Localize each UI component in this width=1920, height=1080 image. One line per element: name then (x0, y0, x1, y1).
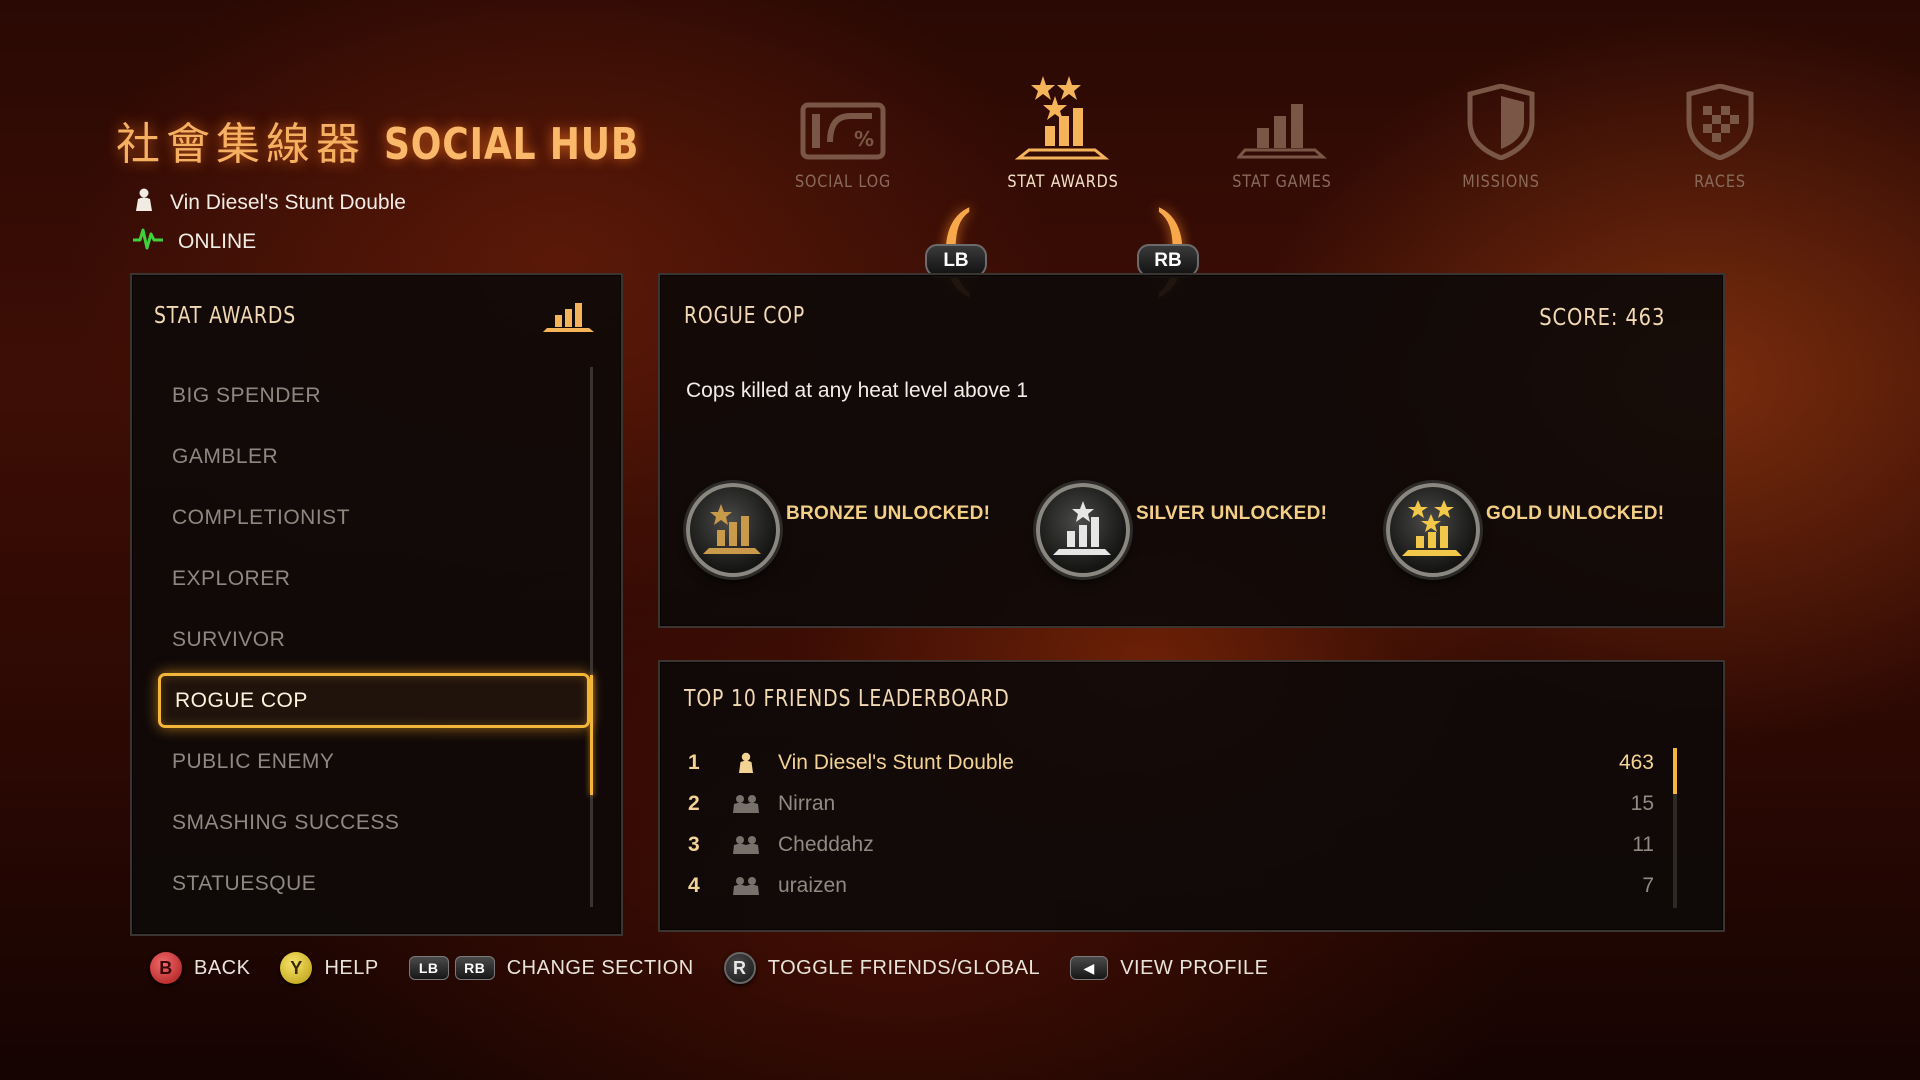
award-score: SCORE: 463 (1538, 305, 1665, 331)
tab-label: RACES (1694, 172, 1746, 192)
status-label: ONLINE (178, 230, 257, 253)
heartbeat-icon (132, 226, 164, 258)
award-list: BIG SPENDER GAMBLER COMPLETIONIST EXPLOR… (158, 365, 590, 914)
lb-button-icon: LB (408, 956, 449, 980)
leaderboard-rows: 1 Vin Diesel's Stunt Double 463 2 Nirran… (684, 742, 1654, 906)
rank: 2 (688, 791, 700, 815)
table-row[interactable]: 3 Cheddahz 11 (684, 824, 1654, 865)
tab-label: STAT GAMES (1232, 172, 1332, 192)
player-name: Cheddahz (778, 832, 874, 856)
friends-icon (724, 876, 768, 896)
leaderboard-title: TOP 10 FRIENDS LEADERBOARD (684, 686, 1010, 712)
svg-text:%: % (854, 127, 874, 151)
rank: 4 (688, 873, 700, 897)
table-row[interactable]: 2 Nirran 15 (684, 783, 1654, 824)
list-item[interactable]: SURVIVOR (158, 609, 590, 670)
player-name: Nirran (778, 791, 836, 815)
view-profile-prompt[interactable]: ◀ VIEW PROFILE (1070, 956, 1268, 980)
gold-medal-icon (1386, 483, 1480, 577)
table-row[interactable]: 1 Vin Diesel's Stunt Double 463 (684, 742, 1654, 783)
player-score: 11 (1632, 832, 1654, 856)
tab-label: SOCIAL LOG (794, 172, 892, 192)
right-stick-icon: R (723, 952, 756, 984)
gold-medal: GOLD UNLOCKED! (1386, 483, 1664, 577)
help-label: HELP (324, 956, 379, 979)
person-icon (724, 752, 768, 774)
table-row[interactable]: 4 uraizen 7 (684, 865, 1654, 906)
player-score: 15 (1630, 791, 1654, 815)
friends-icon (724, 794, 768, 814)
tab-label: STAT AWARDS (1007, 172, 1119, 192)
races-shield-icon (1650, 84, 1790, 160)
medal-row: BRONZE UNLOCKED! SILVER UNLOCKED! GOLD U… (686, 483, 1686, 593)
leaderboard-scrollbar[interactable] (1673, 748, 1677, 908)
tab-label: MISSIONS (1462, 172, 1540, 192)
rank: 1 (688, 750, 700, 774)
section-tabs: % SOCIAL LOG ( LB STAT AWARDS ) RB STAT … (0, 76, 1920, 298)
scrollbar-thumb[interactable] (590, 675, 593, 795)
dpad-left-icon: ◀ (1070, 956, 1109, 980)
player-name: uraizen (778, 873, 847, 897)
player-score: 7 (1642, 873, 1654, 897)
award-title: ROGUE COP (684, 303, 806, 329)
tab-social-log[interactable]: % SOCIAL LOG (773, 96, 913, 192)
medal-label: GOLD UNLOCKED! (1486, 503, 1665, 524)
rb-button-icon: RB (454, 956, 495, 980)
tab-stat-games[interactable]: STAT GAMES (1212, 96, 1352, 192)
toggle-prompt[interactable]: R TOGGLE FRIENDS/GLOBAL (723, 952, 1041, 984)
b-button-icon: B (150, 952, 182, 984)
scrollbar-thumb[interactable] (1673, 748, 1677, 794)
friends-icon (724, 835, 768, 855)
toggle-label: TOGGLE FRIENDS/GLOBAL (767, 956, 1041, 979)
leaderboard-panel: TOP 10 FRIENDS LEADERBOARD 1 Vin Diesel'… (658, 660, 1725, 932)
y-button-icon: Y (280, 952, 313, 984)
award-description: Cops killed at any heat level above 1 (686, 379, 1029, 402)
back-prompt[interactable]: B BACK (150, 952, 250, 984)
tab-races[interactable]: RACES (1650, 84, 1790, 192)
award-detail-panel: ROGUE COP SCORE: 463 Cops killed at any … (658, 273, 1725, 628)
list-item-selected[interactable]: ROGUE COP (158, 673, 590, 728)
list-item[interactable]: COMPLETIONIST (158, 487, 590, 548)
player-name: Vin Diesel's Stunt Double (778, 750, 1014, 774)
list-item[interactable]: PUBLIC ENEMY (158, 731, 590, 792)
social-log-icon: % (773, 96, 913, 160)
change-section-prompt[interactable]: LB RB CHANGE SECTION (408, 956, 694, 980)
tab-missions[interactable]: MISSIONS (1431, 84, 1571, 192)
rank: 3 (688, 832, 700, 856)
list-item[interactable]: SMASHING SUCCESS (158, 792, 590, 853)
silver-medal: SILVER UNLOCKED! (1036, 483, 1327, 577)
medal-label: BRONZE UNLOCKED! (786, 503, 991, 524)
player-score: 463 (1618, 750, 1654, 774)
silver-medal-icon (1036, 483, 1130, 577)
tab-stat-awards[interactable]: STAT AWARDS (993, 76, 1133, 192)
scrollbar[interactable] (590, 367, 593, 907)
stat-games-icon (1212, 96, 1352, 160)
medal-label: SILVER UNLOCKED! (1136, 503, 1328, 524)
bronze-medal: BRONZE UNLOCKED! (686, 483, 990, 577)
help-prompt[interactable]: Y HELP (280, 952, 378, 984)
bar-chart-icon (543, 299, 595, 338)
panel-title: STAT AWARDS (154, 303, 297, 329)
list-item[interactable]: GAMBLER (158, 426, 590, 487)
bronze-medal-icon (686, 483, 780, 577)
list-item[interactable]: STATUESQUE (158, 853, 590, 914)
list-item[interactable]: BIG SPENDER (158, 365, 590, 426)
stat-awards-panel: STAT AWARDS BIG SPENDER GAMBLER COMPLETI… (130, 273, 623, 936)
button-prompts: B BACK Y HELP LB RB CHANGE SECTION R TOG… (150, 952, 1298, 984)
view-profile-label: VIEW PROFILE (1120, 956, 1269, 979)
list-item[interactable]: EXPLORER (158, 548, 590, 609)
online-status: ONLINE (132, 226, 256, 258)
missions-shield-icon (1431, 84, 1571, 160)
back-label: BACK (194, 956, 251, 979)
change-section-label: CHANGE SECTION (506, 956, 694, 979)
stat-awards-icon (993, 76, 1133, 160)
